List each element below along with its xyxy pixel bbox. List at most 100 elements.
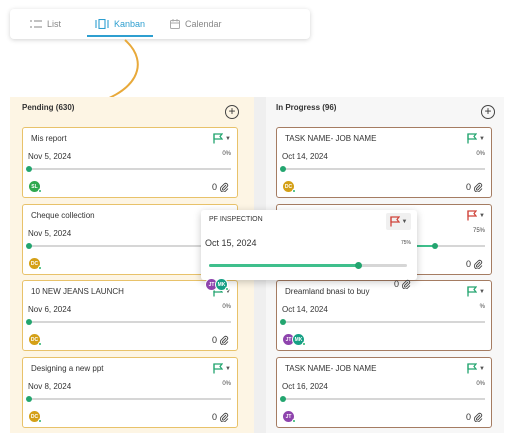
progress-handle[interactable]: [431, 243, 438, 249]
chevron-down-icon: ▼: [401, 218, 408, 225]
task-percent: 0%: [222, 304, 231, 310]
priority-flag-dropdown[interactable]: ▼: [386, 213, 411, 230]
priority-flag-dropdown[interactable]: ▼: [467, 286, 485, 297]
paperclip-icon: [219, 335, 229, 345]
progress-handle[interactable]: [280, 166, 286, 172]
chevron-down-icon: ▼: [479, 212, 485, 219]
task-title: Designing a new ppt: [31, 364, 104, 373]
attachment-count[interactable]: 0: [212, 412, 229, 422]
task-card[interactable]: Mis report ▼ Nov 5, 2024 0% SL 0: [22, 127, 238, 198]
progress-handle[interactable]: [280, 396, 286, 402]
progress-handle[interactable]: [26, 166, 32, 172]
task-date: Nov 8, 2024: [28, 382, 72, 391]
chevron-down-icon: ▼: [225, 365, 231, 372]
task-percent: 75%: [400, 240, 411, 246]
progress-handle[interactable]: [26, 319, 32, 325]
chevron-down-icon: ▼: [479, 365, 485, 372]
progress-handle[interactable]: [280, 319, 286, 325]
task-title: PF INSPECTION: [209, 216, 263, 223]
task-card[interactable]: TASK NAME- JOB NAME ▼ Oct 14, 2024 0% DC…: [276, 127, 492, 198]
progress-bar[interactable]: [280, 319, 485, 325]
task-percent: 0%: [222, 151, 231, 157]
paperclip-icon: [473, 259, 483, 269]
task-percent: 0%: [476, 151, 485, 157]
task-title: TASK NAME- JOB NAME: [285, 134, 377, 143]
avatar[interactable]: DC: [282, 180, 296, 193]
task-percent: 0%: [476, 381, 485, 387]
priority-flag-dropdown[interactable]: ▼: [467, 210, 485, 221]
progress-fill: [209, 264, 358, 267]
task-date: Nov 5, 2024: [28, 229, 72, 238]
progress-bar[interactable]: [280, 166, 485, 172]
progress-bar[interactable]: [26, 166, 231, 172]
assignees: DC: [28, 257, 42, 270]
progress-handle[interactable]: [354, 262, 362, 269]
task-date: Oct 16, 2024: [282, 382, 328, 391]
assignees: DC: [28, 410, 42, 423]
chevron-down-icon: ▼: [479, 288, 485, 295]
priority-flag-dropdown[interactable]: ▼: [467, 363, 485, 374]
task-percent: 0%: [222, 381, 231, 387]
assignees: JT: [282, 410, 296, 423]
avatar[interactable]: DC: [28, 410, 42, 423]
task-percent: %: [479, 304, 485, 310]
flag-icon: [467, 363, 478, 374]
add-card-button[interactable]: +: [225, 105, 239, 119]
attachment-count[interactable]: 0: [466, 259, 483, 269]
avatar[interactable]: MK: [292, 333, 306, 346]
column-title: Pending (630): [22, 103, 75, 112]
avatar[interactable]: DC: [28, 257, 42, 270]
avatar[interactable]: DC: [28, 333, 42, 346]
task-date: Oct 15, 2024: [205, 238, 257, 248]
paperclip-icon: [473, 182, 483, 192]
flag-icon: [389, 216, 400, 227]
task-card[interactable]: TASK NAME- JOB NAME ▼ Oct 16, 2024 0% JT…: [276, 357, 492, 428]
task-title: Cheque collection: [31, 211, 95, 220]
flag-icon: [467, 210, 478, 221]
flag-icon: [213, 133, 224, 144]
priority-flag-dropdown[interactable]: ▼: [467, 133, 485, 144]
attachment-count[interactable]: 0: [466, 412, 483, 422]
task-title: Dreamland bnasi to buy: [285, 287, 370, 296]
add-card-button[interactable]: +: [481, 105, 495, 119]
attachment-count[interactable]: 0: [212, 335, 229, 345]
chevron-down-icon: ▼: [479, 135, 485, 142]
paperclip-icon: [219, 182, 229, 192]
column-title: In Progress (96): [276, 103, 337, 112]
flag-icon: [213, 363, 224, 374]
progress-bar[interactable]: [209, 262, 407, 269]
attachment-count[interactable]: 0: [466, 182, 483, 192]
priority-flag-dropdown[interactable]: ▼: [213, 133, 231, 144]
task-card[interactable]: Designing a new ppt ▼ Nov 8, 2024 0% DC …: [22, 357, 238, 428]
progress-handle[interactable]: [26, 396, 32, 402]
assignees: DC: [282, 180, 296, 193]
progress-bar[interactable]: [26, 319, 231, 325]
avatar[interactable]: SL: [28, 180, 42, 193]
progress-bar[interactable]: [280, 396, 485, 402]
progress-handle[interactable]: [26, 243, 32, 249]
paperclip-icon: [219, 412, 229, 422]
task-title: 10 NEW JEANS LAUNCH: [31, 287, 124, 296]
task-date: Nov 6, 2024: [28, 305, 72, 314]
dragging-task-card[interactable]: PF INSPECTION ▼ Oct 15, 2024 75%: [201, 210, 417, 280]
task-title: Mis report: [31, 134, 67, 143]
task-title: TASK NAME- JOB NAME: [285, 364, 377, 373]
assignees: JT MK: [282, 333, 306, 346]
task-date: Nov 5, 2024: [28, 152, 72, 161]
task-card[interactable]: Dreamland bnasi to buy ▼ Oct 14, 2024 % …: [276, 280, 492, 351]
avatar[interactable]: MK: [215, 278, 229, 291]
priority-flag-dropdown[interactable]: ▼: [213, 363, 231, 374]
avatar[interactable]: JT: [282, 410, 296, 423]
paperclip-icon: [473, 412, 483, 422]
paperclip-icon: [401, 279, 411, 289]
assignees: DC: [28, 333, 42, 346]
task-date: Oct 14, 2024: [282, 305, 328, 314]
attachment-count[interactable]: 0: [212, 182, 229, 192]
flag-icon: [467, 133, 478, 144]
task-percent: 75%: [472, 228, 485, 234]
chevron-down-icon: ▼: [225, 135, 231, 142]
flag-icon: [467, 286, 478, 297]
progress-bar[interactable]: [26, 396, 231, 402]
attachment-count[interactable]: 0: [394, 279, 411, 289]
dragging-assignees: JT MK: [205, 278, 229, 291]
